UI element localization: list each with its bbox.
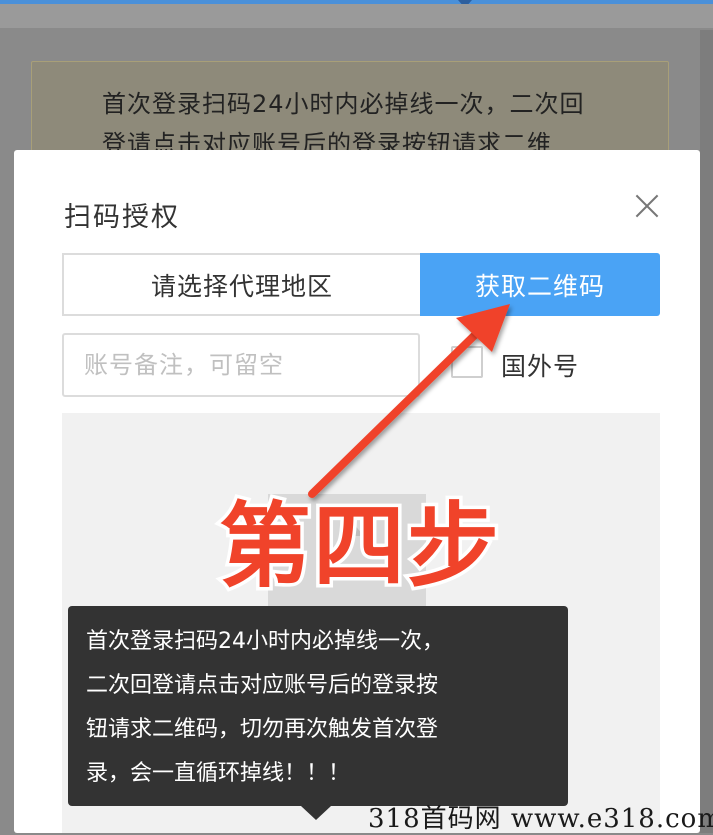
region-select-button[interactable]: 请选择代理地区	[62, 253, 420, 316]
account-note-input[interactable]	[62, 333, 420, 397]
tooltip-line: 录，会一直循环掉线！！！	[86, 761, 351, 786]
close-icon[interactable]	[632, 191, 662, 221]
tooltip-tail	[301, 806, 331, 820]
step-annotation: 第四步	[215, 490, 502, 604]
background-edge	[700, 30, 713, 833]
step-annotation-text: 第四步	[219, 493, 501, 600]
tooltip-line: 钮请求二维码，切勿再次触发首次登	[86, 717, 439, 742]
background-header-strip	[0, 4, 713, 28]
tooltip: 首次登录扫码24小时内必掉线一次， 二次回登请点击对应账号后的登录按 钮请求二维…	[68, 606, 568, 806]
tooltip-line: 首次登录扫码24小时内必掉线一次，	[86, 629, 444, 654]
foreign-number-label: 国外号	[501, 352, 580, 381]
tooltip-line: 二次回登请点击对应账号后的登录按	[86, 673, 439, 698]
background-notice: 首次登录扫码24小时内必掉线一次，二次回 登请点击对应账号后的登录按钮请求二维	[31, 61, 669, 161]
dialog-title: 扫码授权	[64, 202, 180, 233]
background-notice-line-1: 首次登录扫码24小时内必掉线一次，二次回	[102, 90, 585, 118]
foreign-number-checkbox[interactable]	[451, 346, 483, 378]
get-qr-code-button[interactable]: 获取二维码	[420, 253, 660, 316]
site-watermark: 318首码网 www.e318.com	[368, 804, 713, 834]
